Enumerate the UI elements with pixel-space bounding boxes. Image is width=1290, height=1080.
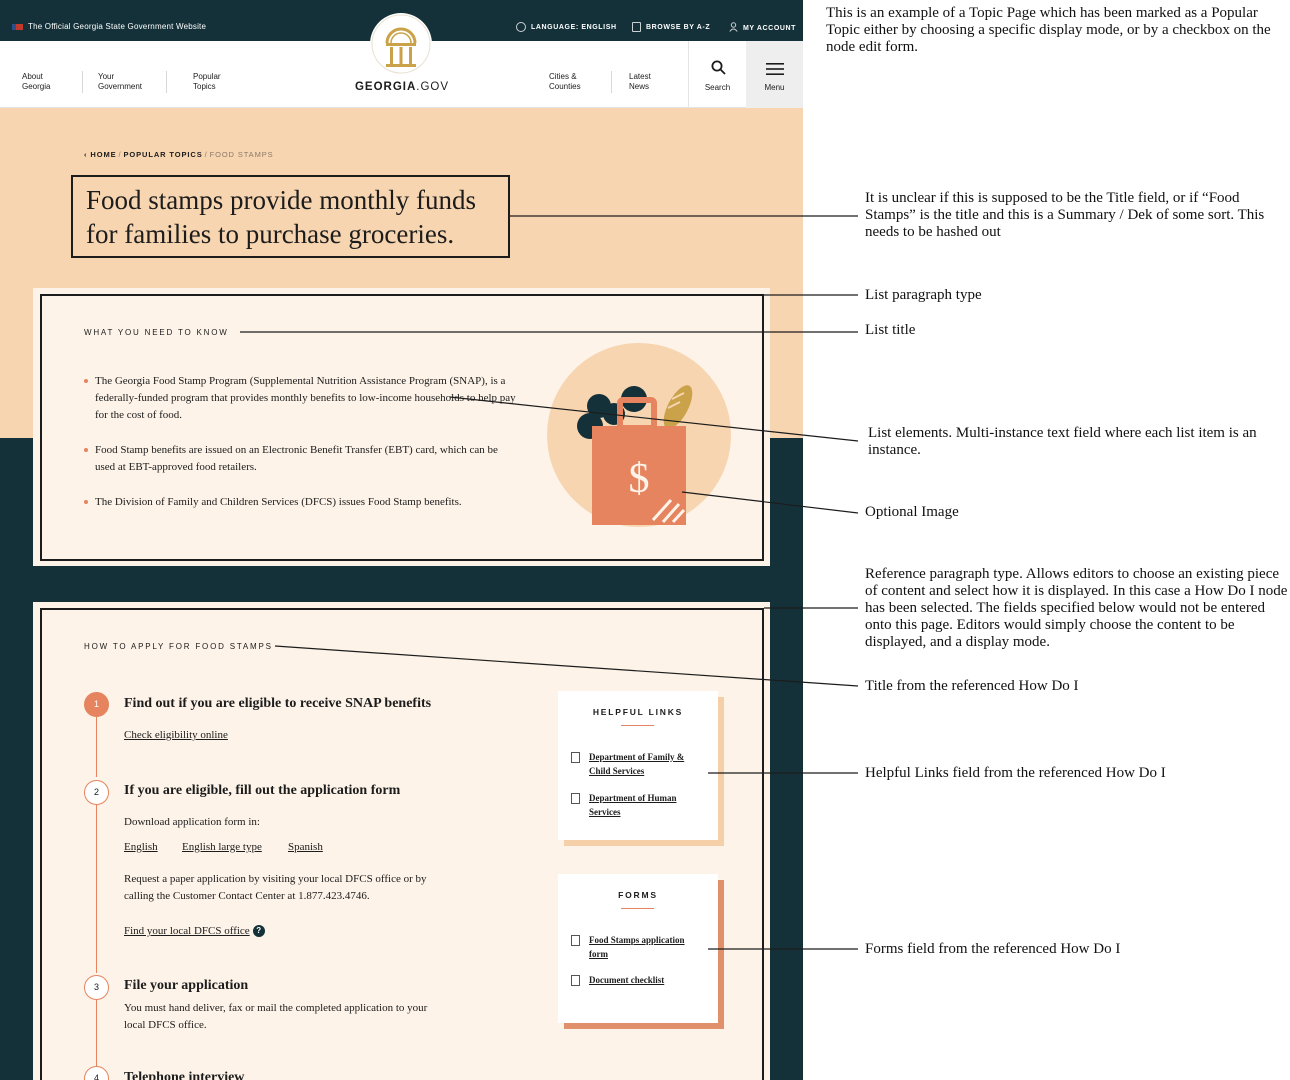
- document-icon: [571, 793, 580, 804]
- annotation-list-title: List title: [865, 322, 916, 338]
- nav-cities-counties[interactable]: Cities & Counties: [549, 72, 619, 92]
- forms-box: FORMS Food Stamps application form Docum…: [558, 874, 718, 1023]
- globe-icon: [516, 22, 526, 32]
- annotation-list-elements: List elements. Multi-instance text field…: [868, 425, 1290, 459]
- browse-label: BROWSE BY A-Z: [646, 23, 711, 31]
- check-eligibility-link[interactable]: Check eligibility online: [124, 727, 228, 744]
- list-title: WHAT YOU NEED TO KNOW: [84, 328, 229, 337]
- annotation-helpful-links: Helpful Links field from the referenced …: [865, 765, 1166, 781]
- annotation-forms: Forms field from the referenced How Do I: [865, 941, 1121, 957]
- annotation-list-elements-line1: List elements. Multi-instance text field…: [868, 425, 1257, 441]
- language-label: LANGUAGE: ENGLISH: [531, 23, 617, 31]
- search-button[interactable]: Search: [688, 41, 746, 108]
- nav-divider: [166, 71, 167, 93]
- annotation-reference-paragraph: Reference paragraph type. Allows editors…: [865, 566, 1288, 650]
- annotation-intro: This is an example of a Topic Page which…: [826, 5, 1271, 55]
- form-link[interactable]: Food Stamps application form: [589, 933, 704, 961]
- form-link[interactable]: Document checklist: [589, 973, 704, 987]
- list-item: The Georgia Food Stamp Program (Suppleme…: [84, 373, 520, 424]
- spanish-form-link[interactable]: Spanish: [288, 839, 323, 856]
- forms-title: FORMS: [618, 890, 658, 900]
- help-icon[interactable]: ?: [252, 925, 265, 937]
- step-heading: File your application: [124, 978, 249, 993]
- official-site-label: The Official Georgia State Government We…: [28, 22, 207, 31]
- annotation-howdoi-title: Title from the referenced How Do I: [865, 678, 1079, 694]
- state-seal-icon: [371, 14, 431, 74]
- grocery-bag-illustration: $: [547, 343, 731, 527]
- svg-text:$: $: [629, 456, 650, 502]
- breadcrumb-separator: /: [204, 150, 208, 159]
- breadcrumb-popular-topics[interactable]: POPULAR TOPICS: [123, 150, 202, 159]
- find-dfcs-office: Find your local DFCS office?: [124, 923, 265, 940]
- step-number: 3: [84, 975, 109, 1000]
- breadcrumb-current: FOOD STAMPS: [209, 150, 274, 159]
- georgia-seal-logo[interactable]: [370, 13, 432, 75]
- georgia-flag-icon: [12, 24, 23, 30]
- my-account-link[interactable]: MY ACCOUNT: [729, 22, 796, 34]
- nav-popular-topics[interactable]: Popular Topics: [193, 72, 263, 92]
- document-icon: [571, 752, 580, 763]
- search-icon: [711, 60, 726, 75]
- english-form-link[interactable]: English: [124, 839, 158, 856]
- list-item: The Division of Family and Children Serv…: [84, 494, 520, 511]
- search-label: Search: [704, 83, 731, 92]
- english-large-type-form-link[interactable]: English large type: [182, 839, 262, 856]
- step-heading: Find out if you are eligible to receive …: [124, 696, 432, 711]
- account-label: MY ACCOUNT: [743, 24, 797, 32]
- step-connector: [96, 1000, 97, 1066]
- title-underline: [621, 725, 654, 726]
- step-number: 2: [84, 780, 109, 805]
- breadcrumb: ‹ HOME / POPULAR TOPICS / FOOD STAMPS: [84, 150, 274, 159]
- hamburger-icon: [766, 63, 784, 75]
- breadcrumb-separator: /: [118, 150, 122, 159]
- step-number: 1: [84, 692, 109, 717]
- annotation-list-elements-line2: instance.: [868, 442, 921, 458]
- nav-divider: [611, 71, 612, 93]
- step-connector: [96, 805, 97, 973]
- helpful-links-box: HELPFUL LINKS Department of Family & Chi…: [558, 691, 718, 840]
- helpful-links-title: HELPFUL LINKS: [592, 707, 684, 717]
- paper-application-text: Request a paper application by visiting …: [124, 873, 427, 902]
- book-icon: [632, 22, 641, 32]
- menu-button[interactable]: Menu: [746, 41, 803, 108]
- wordmark-bold: GEORGIA: [354, 81, 417, 93]
- browse-a-z-link[interactable]: BROWSE BY A-Z: [632, 22, 710, 32]
- list-item: Food Stamp benefits are issued on an Ele…: [84, 442, 520, 476]
- nav-your-government[interactable]: Your Government: [98, 72, 168, 92]
- georgia-gov-mockup: The Official Georgia State Government We…: [0, 0, 803, 1080]
- title-annotation-frame: Food stamps provide monthly funds for fa…: [71, 175, 510, 258]
- language-selector[interactable]: LANGUAGE: ENGLISH: [516, 22, 617, 32]
- document-icon: [571, 975, 580, 986]
- helpful-link[interactable]: Department of Family & Child Services: [589, 750, 704, 778]
- nav-divider: [82, 71, 83, 93]
- annotation-optional-image: Optional Image: [865, 504, 959, 520]
- download-label: Download application form in:: [124, 816, 260, 828]
- user-icon: [729, 22, 738, 34]
- title-underline: [621, 908, 654, 909]
- document-icon: [571, 935, 580, 946]
- file-application-text: You must hand deliver, fax or mail the c…: [124, 1002, 428, 1031]
- find-dfcs-office-link[interactable]: Find your local DFCS office: [124, 925, 250, 937]
- helpful-link[interactable]: Department of Human Services: [589, 791, 704, 819]
- menu-label: Menu: [764, 83, 785, 92]
- breadcrumb-home[interactable]: HOME: [90, 150, 116, 159]
- georgia-gov-wordmark: GEORGIA.GOV: [340, 81, 464, 93]
- annotation-title-field: It is unclear if this is supposed to be …: [865, 190, 1265, 240]
- how-to-title: HOW TO APPLY FOR FOOD STAMPS: [84, 642, 273, 651]
- page-title: Food stamps provide monthly funds for fa…: [86, 185, 476, 249]
- step-connector: [96, 717, 97, 777]
- annotation-list-paragraph: List paragraph type: [865, 287, 982, 303]
- step-heading: Telephone interview: [124, 1070, 245, 1080]
- wordmark-light: .GOV: [416, 81, 450, 93]
- step-heading: If you are eligible, fill out the applic…: [124, 783, 401, 798]
